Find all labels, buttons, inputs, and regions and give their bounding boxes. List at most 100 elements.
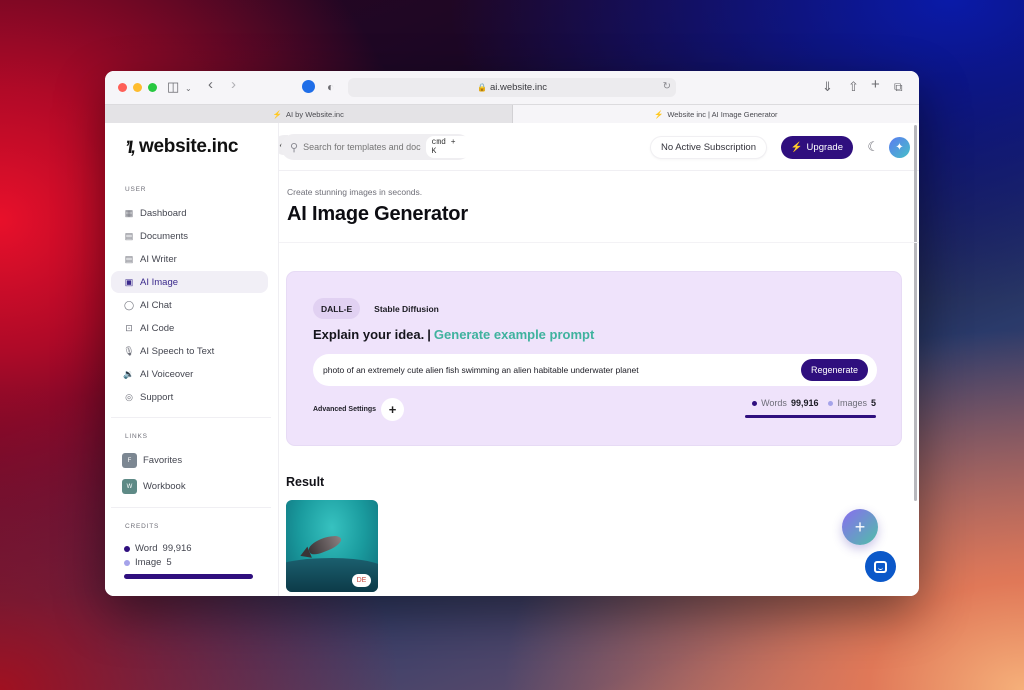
- result-image[interactable]: DE: [286, 500, 378, 592]
- sidebar-item-label: Support: [140, 391, 174, 403]
- download-icon[interactable]: ⇓: [822, 79, 833, 95]
- add-fab-button[interactable]: +: [842, 509, 878, 545]
- close-window-button[interactable]: [118, 83, 127, 92]
- shield-icon[interactable]: ◐: [327, 79, 334, 95]
- advanced-settings-label: Advanced Settings: [313, 406, 377, 413]
- usage-stats: Words 99,916 Images 5: [752, 398, 876, 408]
- reload-icon[interactable]: ↻: [663, 81, 671, 92]
- subscription-status-button[interactable]: No Active Subscription: [649, 136, 767, 159]
- link-item-favorites[interactable]: F Favorites: [122, 453, 182, 468]
- advanced-settings: Advanced Settings +: [313, 398, 405, 421]
- lightning-icon: ⚡: [790, 142, 803, 153]
- brand-logo[interactable]: ’I, website.inc: [124, 136, 239, 158]
- share-icon[interactable]: ⇧: [848, 79, 859, 95]
- sidebar-item-ai-chat[interactable]: ◯ AI Chat: [111, 294, 268, 316]
- header-divider: [279, 242, 919, 243]
- heading-separator: |: [427, 327, 431, 342]
- link-item-workbook[interactable]: W Workbook: [122, 479, 186, 494]
- tab-dall-e[interactable]: DALL-E: [313, 298, 361, 319]
- user-avatar-button[interactable]: ✦: [889, 137, 910, 158]
- sidebar-item-ai-code[interactable]: ⊡ AI Code: [111, 317, 268, 339]
- brand-name: website.inc: [139, 136, 239, 157]
- sidebar-divider: [111, 507, 271, 508]
- sidebar: ’I, website.inc USER ▦ Dashboard ▤ Docum…: [105, 123, 279, 596]
- main-content: ‹ ⚲ cmd + K No Active Subscription ⚡ Upg…: [279, 123, 919, 596]
- credit-row-word: Word 99,916: [124, 543, 192, 554]
- tab-stable-diffusion[interactable]: Stable Diffusion: [366, 298, 447, 319]
- window-controls: [118, 83, 157, 92]
- workbook-badge-icon: W: [122, 479, 137, 494]
- app: ’I, website.inc USER ▦ Dashboard ▤ Docum…: [105, 123, 919, 596]
- new-tab-icon[interactable]: +: [871, 77, 880, 93]
- search-bar[interactable]: ⚲ cmd + K: [281, 134, 471, 160]
- credit-value: 5: [166, 557, 172, 568]
- result-title: Result: [286, 475, 325, 489]
- section-label-links: LINKS: [125, 433, 148, 440]
- sidebar-item-ai-writer[interactable]: ▤ AI Writer: [111, 248, 268, 270]
- chat-icon: ◯: [123, 299, 135, 310]
- prompt-box: Regenerate: [313, 354, 877, 386]
- favorites-badge-icon: F: [122, 453, 137, 468]
- tab-overview-icon[interactable]: ⧉: [894, 79, 903, 95]
- sidebar-item-documents[interactable]: ▤ Documents: [111, 225, 268, 247]
- sidebar-item-ai-voiceover[interactable]: 🔉 AI Voiceover: [111, 363, 268, 385]
- sidebar-item-label: AI Code: [140, 322, 175, 334]
- support-chat-button[interactable]: [865, 551, 896, 582]
- sidebar-item-ai-speech-to-text[interactable]: 🎙 AI Speech to Text: [111, 340, 268, 362]
- address-bar[interactable]: 🔒 ai.website.inc ↻: [348, 78, 676, 97]
- regenerate-button[interactable]: Regenerate: [800, 359, 868, 381]
- sidebar-item-support[interactable]: ◎ Support: [111, 386, 268, 408]
- favicon-icon: ⚡: [653, 109, 664, 119]
- terminal-icon: ⊡: [125, 322, 133, 333]
- tab-bar: ⚡ AI by Website.inc ⚡ Website inc | AI I…: [105, 104, 919, 123]
- sidebar-item-dashboard[interactable]: ▦ Dashboard: [111, 202, 268, 224]
- upgrade-label: Upgrade: [806, 142, 843, 153]
- engine-tabs: DALL-E Stable Diffusion: [313, 298, 447, 319]
- advanced-settings-toggle-button[interactable]: +: [381, 398, 405, 421]
- credits-progress-bar: [124, 574, 253, 579]
- generator-card: DALL-E Stable Diffusion Explain your ide…: [286, 271, 902, 446]
- extension-icon[interactable]: [302, 80, 315, 93]
- prompt-heading-text: Explain your idea.: [313, 327, 425, 342]
- section-label-credits: CREDITS: [125, 523, 160, 530]
- dark-mode-toggle-icon[interactable]: ☾: [867, 139, 879, 155]
- sidebar-toggle-icon[interactable]: ◫: [167, 79, 179, 95]
- shortcut-hint: cmd + K: [425, 136, 471, 158]
- word-dot-icon: [124, 545, 130, 552]
- link-label: Workbook: [143, 481, 186, 492]
- minimize-window-button[interactable]: [133, 83, 142, 92]
- upgrade-button[interactable]: ⚡ Upgrade: [780, 136, 853, 159]
- credit-row-image: Image 5: [124, 557, 172, 568]
- sidebar-divider: [111, 417, 271, 418]
- microphone-icon: 🎙: [123, 345, 135, 356]
- lock-icon: 🔒: [477, 83, 487, 92]
- sidebar-item-label: AI Writer: [140, 253, 177, 265]
- back-icon[interactable]: ‹: [208, 77, 213, 93]
- scrollbar[interactable]: [914, 125, 917, 501]
- image-icon: ▣: [124, 276, 134, 287]
- sidebar-item-label: AI Chat: [140, 299, 172, 311]
- tab-ai-image-generator[interactable]: ⚡ Website inc | AI Image Generator: [512, 105, 919, 123]
- archive-icon: ▤: [124, 230, 134, 241]
- zoom-window-button[interactable]: [148, 83, 157, 92]
- credit-value: 99,916: [162, 543, 192, 554]
- top-bar: ‹ ⚲ cmd + K No Active Subscription ⚡ Upg…: [279, 123, 919, 171]
- images-value: 5: [870, 398, 876, 408]
- page-title: AI Image Generator: [287, 203, 468, 225]
- speaker-icon: 🔉: [123, 368, 135, 379]
- search-icon: ⚲: [290, 141, 299, 154]
- chevron-down-icon[interactable]: ⌄: [185, 81, 192, 97]
- image-badge[interactable]: DE: [352, 574, 371, 587]
- sidebar-item-label: AI Speech to Text: [140, 345, 215, 357]
- section-label-user: USER: [125, 186, 147, 193]
- url-text: ai.website.inc: [489, 82, 547, 93]
- generate-example-prompt-link[interactable]: Generate example prompt: [434, 327, 594, 342]
- fish-shape: [306, 532, 344, 557]
- search-input[interactable]: [303, 142, 421, 152]
- link-label: Favorites: [143, 455, 183, 466]
- prompt-input[interactable]: [323, 365, 783, 375]
- tab-ai-by-website[interactable]: ⚡ AI by Website.inc: [105, 105, 513, 123]
- sidebar-item-ai-image[interactable]: ▣ AI Image: [111, 271, 268, 293]
- favicon-icon: ⚡: [272, 109, 283, 119]
- forward-icon[interactable]: ›: [231, 77, 236, 93]
